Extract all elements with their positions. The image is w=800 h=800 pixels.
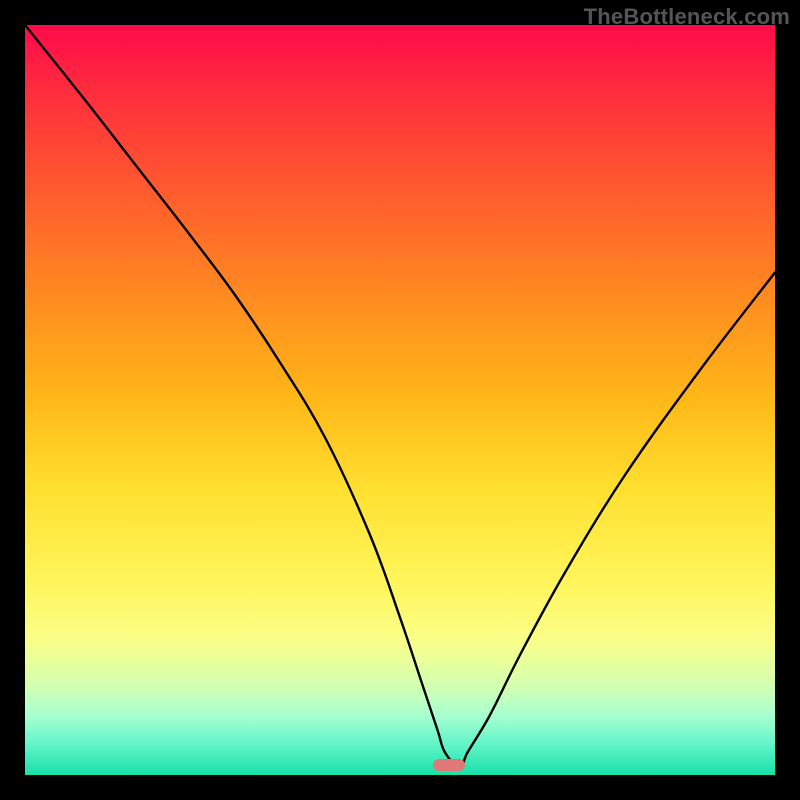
plot-area — [25, 25, 775, 775]
optimum-marker — [433, 759, 465, 771]
curve-svg — [25, 25, 775, 775]
bottleneck-curve — [25, 25, 775, 768]
watermark-label: TheBottleneck.com — [584, 4, 790, 30]
chart-frame: TheBottleneck.com — [0, 0, 800, 800]
